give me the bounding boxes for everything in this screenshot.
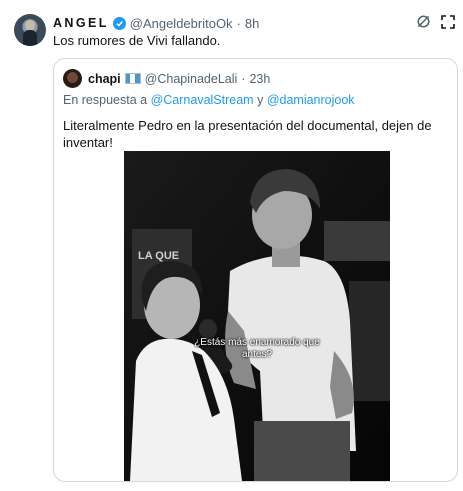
quoted-author-avatar[interactable] [63,69,82,88]
author-display-name[interactable]: ANGEL [53,16,109,30]
verified-badge-icon [112,16,126,30]
guatemala-flag-icon [124,73,141,84]
video-frame: LA QUE [124,151,390,481]
quoted-tweet-timestamp[interactable]: 23h [249,72,270,86]
reply-conjunction: y [257,93,264,107]
quoted-author-handle[interactable]: @ChapinadeLali [145,72,238,86]
video-player[interactable]: LA QUE ¿Estás más enamorado que antes? [124,151,390,481]
tweet-header: ANGEL @AngeldebritoOk · 8h [53,14,259,32]
video-caption: ¿Estás más enamorado que antes? [124,337,390,361]
author-handle[interactable]: @AngeldebritoOk [130,16,233,31]
quoted-tweet-header: chapi @ChapinadeLali · 23h [63,69,270,88]
caption-line: ¿Estás más enamorado que [194,337,320,348]
author-avatar[interactable] [14,14,46,46]
reply-prefix: En respuesta a [63,93,148,107]
separator-dot: · [241,71,246,86]
mention-link[interactable]: @damianrojook [267,93,355,107]
tweet-timestamp[interactable]: 8h [245,16,259,31]
separator-dot: · [236,15,241,31]
tweet-text: Los rumores de Vivi fallando. [53,33,221,48]
caption-line: antes? [241,349,273,360]
tweet-actions-top [416,14,455,34]
expand-icon[interactable] [441,14,455,34]
tweet[interactable]: ANGEL @AngeldebritoOk · 8h Los rumores d… [0,0,463,491]
quoted-tweet[interactable]: chapi @ChapinadeLali · 23h En respuesta … [53,58,458,482]
mention-link[interactable]: @CarnavalStream [151,93,254,107]
background-sign: LA QUE [138,250,179,262]
quoted-tweet-text: Literalmente Pedro en la presentación de… [63,118,432,150]
grok-icon[interactable] [416,14,431,34]
quoted-author-display-name[interactable]: chapi [88,72,121,86]
reply-context: En respuesta a @CarnavalStream y @damian… [63,93,355,107]
